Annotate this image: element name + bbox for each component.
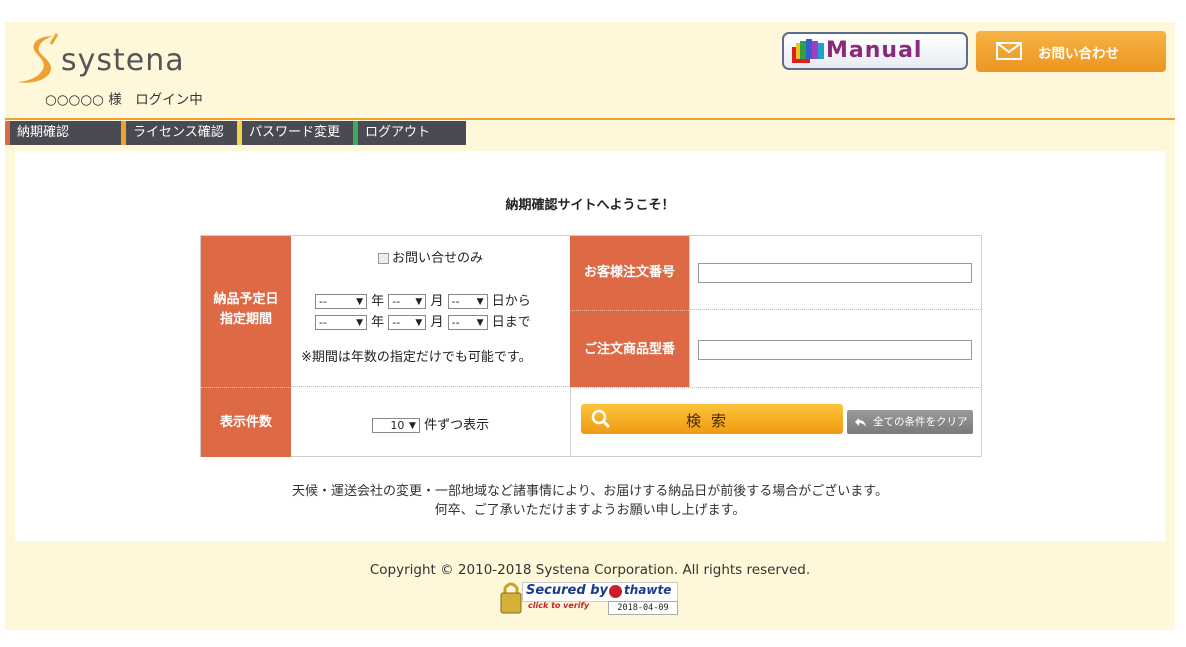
to-month-select[interactable]: -- ▼	[388, 315, 427, 330]
manual-label: Manual	[826, 38, 923, 63]
display-count-header: 表示件数	[201, 387, 291, 457]
seal-title: Secured by	[526, 583, 608, 598]
inquiry-only-checkbox[interactable]	[377, 253, 389, 264]
date-range-header: 納品予定日 指定期間	[201, 236, 291, 387]
customer-order-cell	[689, 236, 981, 310]
search-actions-cell: 検索 全ての条件をクリア	[570, 387, 981, 457]
seal-banner: Secured by thawte	[522, 582, 678, 602]
year-unit: 年	[371, 294, 385, 309]
period-note: ※期間は年数の指定だけでも可能です。	[301, 350, 532, 365]
nav-label: パスワード変更	[249, 125, 341, 140]
from-year-select[interactable]: -- ▼	[315, 294, 367, 309]
login-status: ○○○○○ 様 ログイン中	[45, 92, 203, 108]
search-icon	[591, 409, 611, 429]
nav-item-password[interactable]: パスワード変更	[237, 121, 353, 145]
search-form: 納品予定日 指定期間 お問い合せのみ -- ▼ 年 -- ▼ 月 -- ▼ 日から -…	[200, 235, 982, 457]
product-model-header: ご注文商品型番	[570, 310, 689, 387]
from-month-select[interactable]: -- ▼	[388, 294, 427, 309]
customer-order-input[interactable]	[698, 263, 972, 283]
nav-color-bar	[353, 121, 358, 145]
thawte-logo-icon	[609, 585, 622, 598]
thawte-seal[interactable]: Secured by thawte click to verify 2018-0…	[500, 580, 680, 616]
logo-swoosh-icon	[17, 33, 59, 83]
date-from-row: -- ▼ 年 -- ▼ 月 -- ▼ 日から	[315, 290, 531, 309]
nav-label: ログアウト	[365, 125, 431, 140]
date-label-line2: 指定期間	[219, 312, 272, 327]
date-label-line1: 納品予定日	[213, 292, 279, 307]
copyright: Copyright © 2010-2018 Systena Corporatio…	[369, 562, 811, 578]
header: systena ○○○○○ 様 ログイン中 Manual お問い合わせ	[5, 22, 1175, 120]
main-content: 納期確認サイトへようこそ！ 納品予定日 指定期間 お問い合せのみ -- ▼ 年 -…	[15, 151, 1165, 541]
seal-brand: thawte	[624, 583, 672, 597]
nav-color-bar	[237, 121, 242, 145]
page: systena ○○○○○ 様 ログイン中 Manual お問い合わせ 納期確認…	[5, 22, 1175, 630]
seal-date: 2018-04-09	[608, 601, 678, 615]
clear-conditions-button[interactable]: 全ての条件をクリア	[847, 410, 973, 434]
nav-label: ライセンス確認	[133, 125, 224, 140]
date-range-cell: お問い合せのみ -- ▼ 年 -- ▼ 月 -- ▼ 日から -- ▼ 年 -- ▼ 月 …	[291, 236, 570, 387]
nav-color-bar	[5, 121, 10, 145]
from-label: 日から	[491, 294, 531, 309]
display-count-select[interactable]: 10 ▼	[371, 418, 420, 433]
month-unit: 月	[430, 294, 444, 309]
customer-order-header: お客様注文番号	[570, 236, 689, 310]
nav-item-delivery[interactable]: 納期確認	[5, 121, 121, 145]
inquiry-only-label: お問い合せのみ	[391, 251, 483, 266]
to-day-select[interactable]: -- ▼	[447, 315, 488, 330]
product-model-cell	[689, 310, 981, 387]
search-button[interactable]: 検索	[581, 404, 843, 434]
to-year-select[interactable]: -- ▼	[315, 315, 367, 330]
to-label: 日まで	[491, 315, 531, 330]
notice-line-1: 天候・運送会社の変更・一部地域など諸事情により、お届けする納品日が前後する場合が…	[292, 484, 888, 499]
delivery-notice: 天候・運送会社の変更・一部地域など諸事情により、お届けする納品日が前後する場合が…	[15, 482, 1165, 520]
inquiry-only-row: お問い合せのみ	[291, 247, 570, 266]
year-unit: 年	[371, 315, 385, 330]
nav-color-bar	[121, 121, 126, 145]
product-model-input[interactable]	[698, 340, 972, 360]
notice-line-2: 何卒、ご了承いただけますようお願い申し上げます。	[434, 503, 746, 518]
mail-icon	[996, 42, 1022, 60]
clear-label: 全ての条件をクリア	[873, 416, 968, 428]
nav-label: 納期確認	[17, 125, 70, 140]
undo-arrow-icon	[855, 418, 866, 427]
search-label: 検索	[686, 412, 737, 430]
nav-item-license[interactable]: ライセンス確認	[121, 121, 237, 145]
date-to-row: -- ▼ 年 -- ▼ 月 -- ▼ 日まで	[315, 311, 531, 330]
from-day-select[interactable]: -- ▼	[447, 294, 488, 309]
nav-bar: 納期確認 ライセンス確認 パスワード変更 ログアウト	[5, 121, 475, 145]
contact-label: お問い合わせ	[1038, 46, 1119, 62]
logo-text: systena	[61, 43, 185, 78]
padlock-icon	[500, 582, 522, 614]
month-unit: 月	[430, 315, 444, 330]
contact-button[interactable]: お問い合わせ	[976, 31, 1166, 72]
display-count-row: 10 ▼ 件ずつ表示	[291, 414, 570, 433]
seal-sub: click to verify	[528, 601, 590, 610]
display-count-cell: 10 ▼ 件ずつ表示	[291, 387, 570, 457]
display-count-suffix: 件ずつ表示	[424, 418, 490, 433]
manual-button[interactable]: Manual	[782, 32, 968, 70]
systena-logo[interactable]: systena	[17, 32, 192, 88]
welcome-title: 納期確認サイトへようこそ！	[505, 198, 675, 213]
nav-item-logout[interactable]: ログアウト	[353, 121, 466, 145]
